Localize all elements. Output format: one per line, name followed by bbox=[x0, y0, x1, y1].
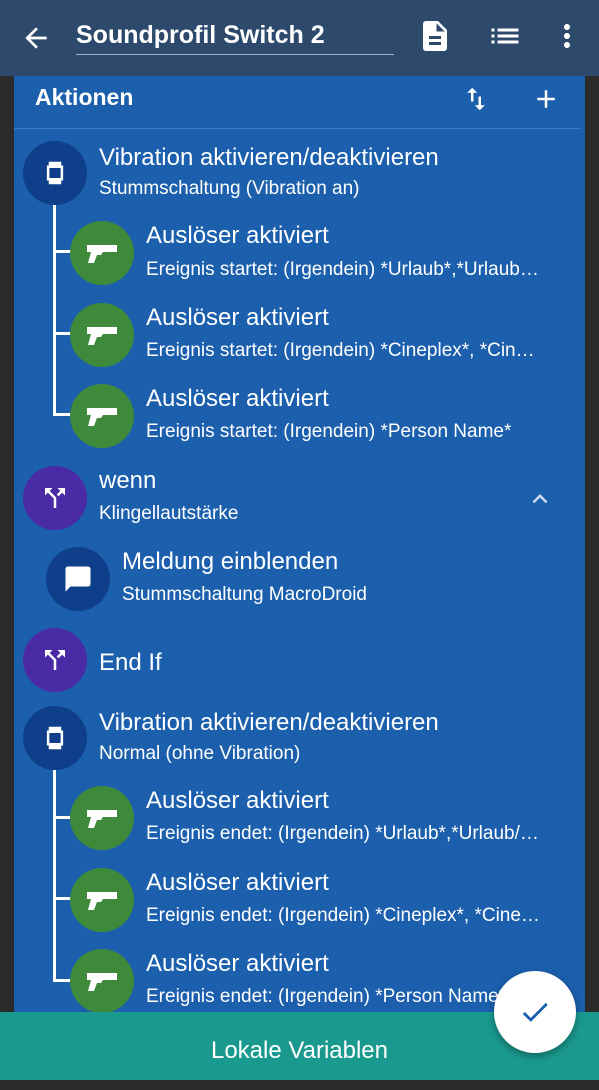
item-title: wenn bbox=[99, 467, 157, 494]
item-title: Auslöser aktiviert bbox=[146, 950, 329, 977]
item-subtitle: Ereignis endet: (Irgendein) *Urlaub*,*Ur… bbox=[146, 823, 539, 844]
list-icon[interactable] bbox=[487, 18, 523, 54]
item-title: End If bbox=[99, 649, 162, 676]
item-title: Meldung einblenden bbox=[122, 548, 339, 575]
macro-name-input[interactable]: Soundprofil Switch 2 bbox=[76, 16, 394, 55]
branch-icon bbox=[23, 628, 87, 692]
sort-icon[interactable] bbox=[461, 84, 491, 114]
actions-panel: Aktionen Vibration aktivieren/deaktivier… bbox=[14, 76, 585, 1016]
gun-icon bbox=[70, 786, 134, 850]
actions-title: Aktionen bbox=[35, 84, 134, 110]
item-title: Auslöser aktiviert bbox=[146, 869, 329, 896]
gun-icon bbox=[70, 949, 134, 1013]
vibration-icon bbox=[23, 706, 87, 770]
branch-icon bbox=[23, 466, 87, 530]
gun-icon bbox=[70, 384, 134, 448]
actions-header: Aktionen bbox=[14, 76, 581, 129]
document-icon[interactable] bbox=[417, 18, 453, 54]
gun-icon bbox=[70, 303, 134, 367]
chevron-up-icon[interactable] bbox=[525, 484, 555, 514]
item-subtitle: Ereignis startet: (Irgendein) *Person Na… bbox=[146, 421, 512, 442]
gun-icon bbox=[70, 868, 134, 932]
vibration-icon bbox=[23, 141, 87, 205]
gun-icon bbox=[70, 221, 134, 285]
item-title: Vibration aktivieren/deaktivieren bbox=[99, 144, 439, 171]
item-subtitle: Stummschaltung MacroDroid bbox=[122, 584, 367, 605]
tree-line bbox=[53, 204, 56, 415]
tree-line bbox=[53, 770, 56, 981]
check-icon bbox=[522, 1002, 548, 1022]
more-vert-icon[interactable] bbox=[549, 18, 585, 54]
save-fab-button[interactable] bbox=[494, 971, 576, 1053]
back-arrow-icon[interactable] bbox=[20, 22, 52, 54]
item-subtitle: Normal (ohne Vibration) bbox=[99, 743, 301, 764]
item-title: Auslöser aktiviert bbox=[146, 304, 329, 331]
item-subtitle: Ereignis startet: (Irgendein) *Cineplex*… bbox=[146, 340, 535, 361]
item-subtitle: Ereignis endet: (Irgendein) *Cineplex*, … bbox=[146, 905, 540, 926]
item-subtitle: Stummschaltung (Vibration an) bbox=[99, 178, 360, 199]
item-subtitle: Klingellautstärke bbox=[99, 503, 239, 524]
item-title: Auslöser aktiviert bbox=[146, 222, 329, 249]
add-icon[interactable] bbox=[531, 84, 561, 114]
item-title: Vibration aktivieren/deaktivieren bbox=[99, 709, 439, 736]
item-title: Auslöser aktiviert bbox=[146, 787, 329, 814]
message-icon bbox=[46, 547, 110, 611]
item-subtitle: Ereignis startet: (Irgendein) *Urlaub*,*… bbox=[146, 259, 539, 280]
app-bar: Soundprofil Switch 2 bbox=[0, 0, 599, 76]
item-title: Auslöser aktiviert bbox=[146, 385, 329, 412]
